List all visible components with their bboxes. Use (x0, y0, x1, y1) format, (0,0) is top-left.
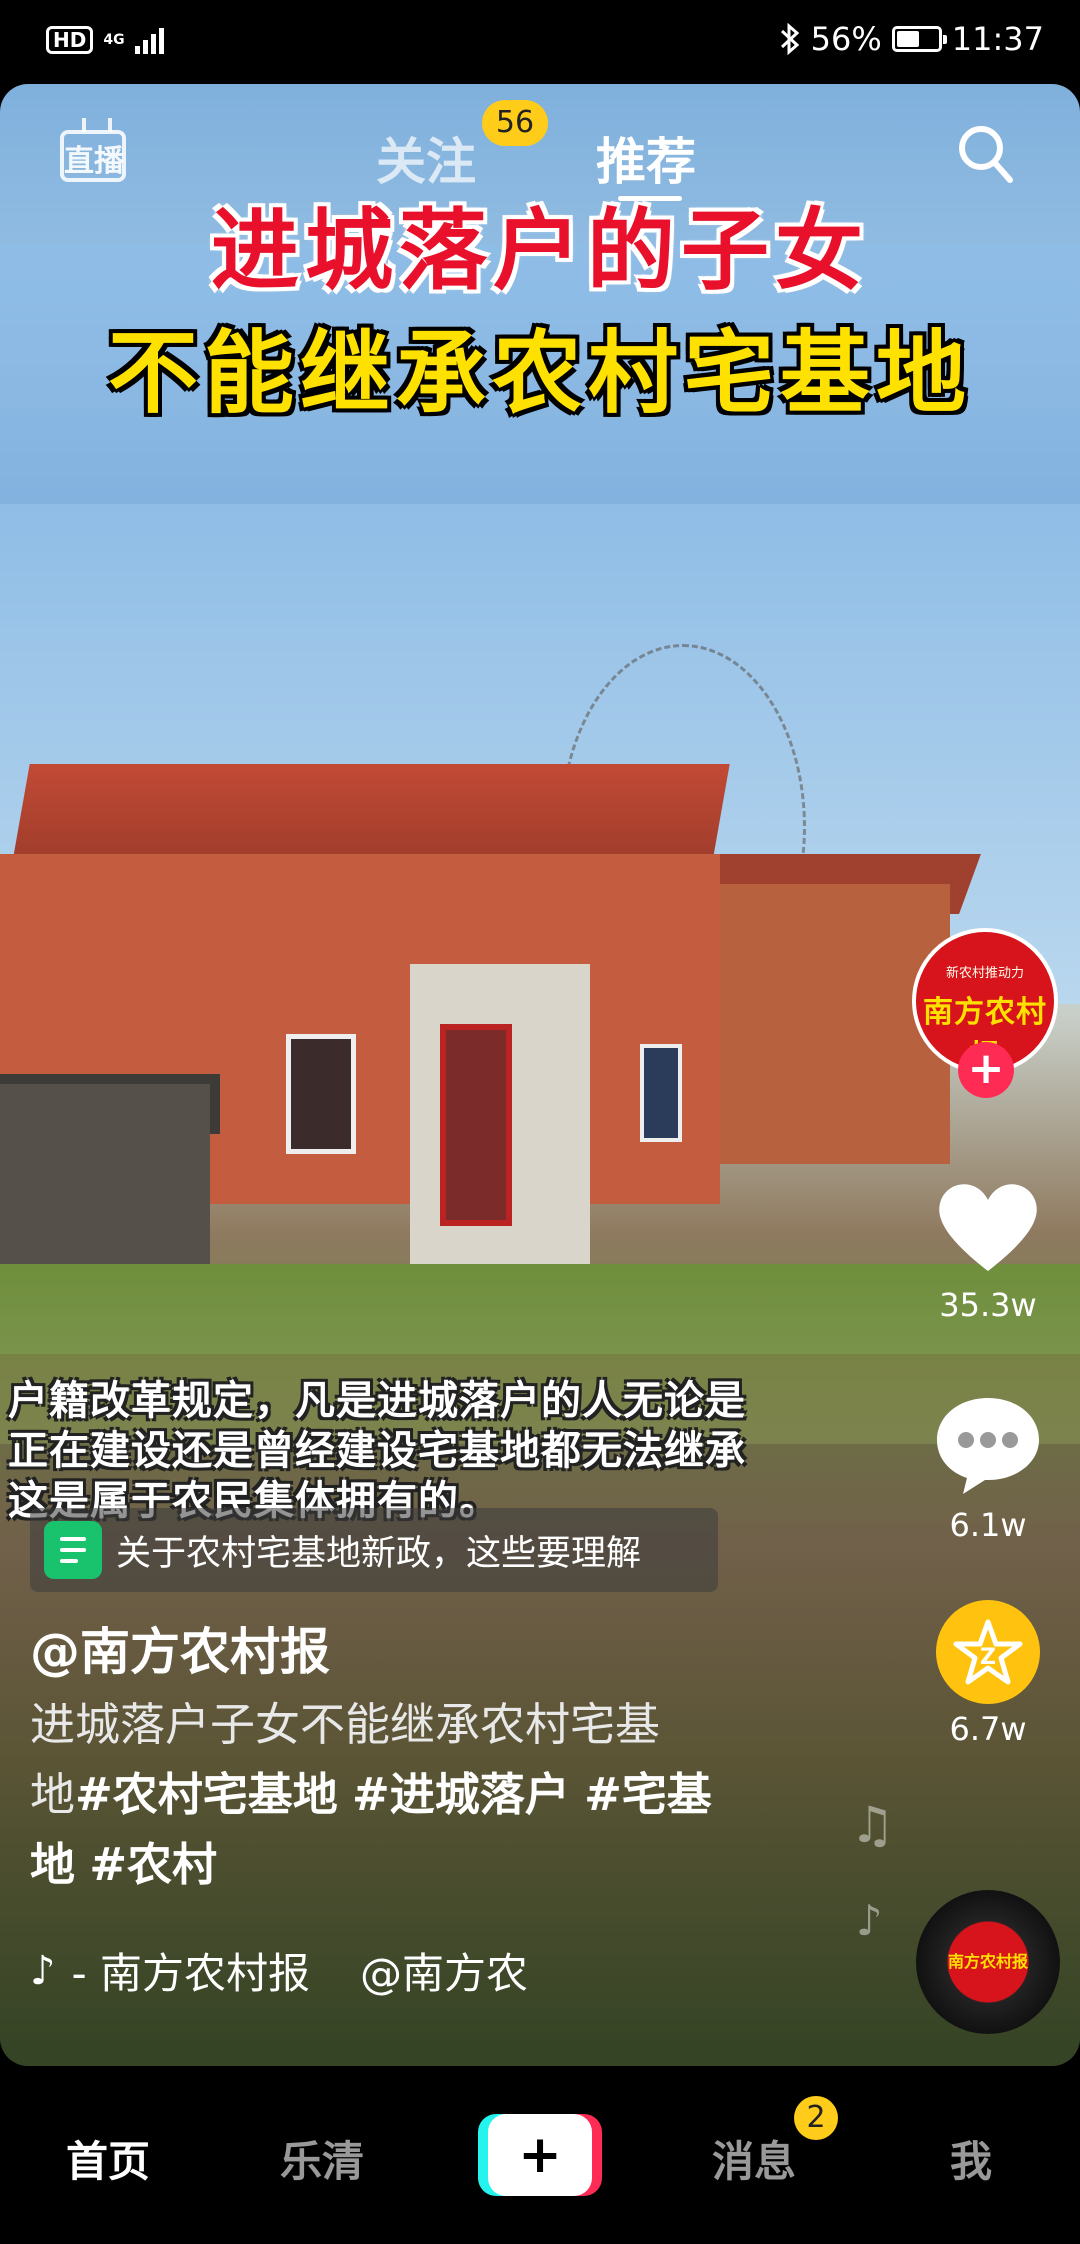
related-article-title: 关于农村宅基地新政，这些要理解 (116, 1533, 642, 1574)
video-window (640, 1044, 682, 1142)
tab-following[interactable]: 关注 (376, 122, 476, 194)
favorite-icon: Z (936, 1600, 1040, 1704)
like-button[interactable]: 35.3w (928, 1176, 1048, 1324)
clock: 11:37 (951, 20, 1044, 58)
hashtag[interactable]: #宅基 (584, 1768, 712, 1821)
live-label: 直播 (64, 144, 124, 179)
signal-icon (134, 26, 164, 54)
nav-me[interactable]: 我 (950, 2128, 992, 2189)
like-count: 35.3w (939, 1286, 1037, 1324)
video-title-line2: 不能继承农村宅基地 (108, 321, 972, 426)
battery-icon (891, 26, 947, 52)
video-background-house (700, 884, 950, 1164)
battery-percent: 56% (810, 20, 882, 58)
hd-indicator: HD (46, 26, 94, 54)
active-tab-indicator (618, 196, 682, 201)
video-window (286, 1034, 356, 1154)
heart-icon (939, 1184, 1037, 1271)
related-article-link[interactable]: 关于农村宅基地新政，这些要理解 (30, 1508, 718, 1592)
music-note-icon: ♫ (850, 1796, 895, 1854)
status-bar: HD 4G 56% 11:37 (0, 0, 1080, 84)
favorite-count: 6.7w (949, 1710, 1027, 1748)
comment-button[interactable]: 6.1w (928, 1392, 1048, 1544)
hashtag-continuation[interactable]: 地 (30, 1838, 75, 1891)
comment-icon (937, 1398, 1039, 1494)
favorite-button[interactable]: Z 6.7w (928, 1600, 1048, 1748)
music-note-icon: ♪ (856, 1896, 883, 1945)
nav-messages[interactable]: 消息 (712, 2128, 796, 2189)
hashtag[interactable]: #进城落户 (352, 1768, 570, 1821)
video-description[interactable]: 进城落户子女不能继承农村宅基 地#农村宅基地 #进城落户 #宅基 地 #农村 (30, 1690, 800, 1900)
disc-label: 南方农村报 (947, 1952, 1028, 1971)
music-author: @南方农 (360, 1949, 529, 1998)
hashtag[interactable]: #农村 (89, 1838, 217, 1891)
top-nav: 直播 关注 56 推荐 (0, 84, 1080, 234)
author-name[interactable]: @南方农村报 (30, 1612, 330, 1684)
svg-text:Z: Z (980, 1645, 996, 1670)
network-type: 4G (103, 32, 125, 48)
music-disc[interactable]: 南方农村报 (916, 1890, 1060, 2034)
following-badge: 56 (482, 100, 548, 146)
messages-badge: 2 (794, 2096, 838, 2140)
comment-count: 6.1w (949, 1506, 1027, 1544)
description-text: 进城落户子女不能继承农村宅基 (30, 1698, 661, 1751)
plus-icon: + (518, 2125, 562, 2185)
avatar-slogan: 新农村推动力 (945, 966, 1024, 981)
nav-home[interactable]: 首页 (66, 2128, 150, 2189)
create-button[interactable]: + (478, 2114, 602, 2196)
hashtag[interactable]: #农村宅基地 (75, 1768, 338, 1821)
bluetooth-icon (780, 22, 799, 56)
description-text: 地 (30, 1768, 76, 1821)
video-door (440, 1024, 512, 1226)
music-title: - 南方农村报 (71, 1949, 311, 1998)
search-icon[interactable] (955, 122, 1015, 188)
follow-button[interactable]: + (958, 1042, 1014, 1098)
tab-recommended[interactable]: 推荐 (596, 122, 696, 194)
tiktok-note-icon: ♪ (30, 1947, 56, 1994)
bottom-nav: 首页 乐清 + 消息 2 我 (0, 2066, 1080, 2244)
music-info[interactable]: ♪ - 南方农村报 @南方农 (30, 1940, 570, 2001)
live-button[interactable]: 直播 (60, 118, 132, 188)
article-icon (44, 1521, 102, 1579)
nav-local[interactable]: 乐清 (280, 2128, 364, 2189)
